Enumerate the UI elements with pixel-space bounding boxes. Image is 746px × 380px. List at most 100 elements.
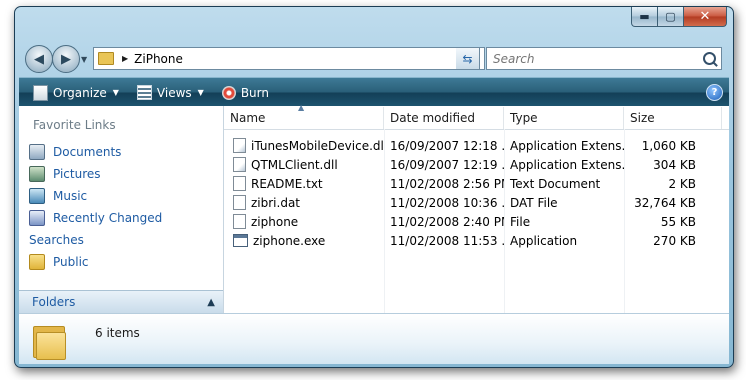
explorer-window: ▬ ▢ ✕ ◀ ▶ ▼ ▶ ZiPhone ▼ ⇆ Organize ▼ Vie… [14, 6, 734, 368]
favorite-links-list: Documents Pictures Music Recently Change… [29, 141, 516, 273]
file-row[interactable]: iTunesMobileDevice.dll 16/09/2007 12:18 … [224, 136, 729, 155]
close-button[interactable]: ✕ [684, 7, 727, 27]
sort-ascending-icon: ▲ [298, 103, 305, 112]
back-arrow-icon: ◀ [34, 51, 44, 67]
column-header-label: Name [230, 111, 266, 125]
column-header-size[interactable]: Size [624, 107, 722, 129]
file-type: Application Extens... [510, 138, 624, 153]
file-list-pane: ▲ Name Date modified Type Size iTunesMob… [224, 103, 729, 313]
column-header-type[interactable]: Type [504, 107, 624, 129]
public-folder-icon [29, 254, 45, 270]
text-file-icon [233, 176, 246, 191]
file-row[interactable]: zibri.dat 11/02/2008 10:36 ... DAT File … [224, 193, 729, 212]
favorite-link-public[interactable]: Public [29, 251, 162, 273]
organize-icon [33, 84, 48, 101]
file-name-cell: ziphone.exe [224, 234, 384, 248]
favorite-link-searches[interactable]: Searches [29, 181, 516, 251]
file-date: 11/02/2008 11:53 ... [390, 233, 504, 248]
file-size: 55 KB [660, 214, 696, 229]
file-name-cell: iTunesMobileDevice.dll [224, 138, 384, 153]
favorite-link-label: Recently Changed [53, 211, 163, 225]
burn-label: Burn [240, 85, 269, 100]
breadcrumb-arrow-icon[interactable]: ▶ [122, 54, 128, 63]
file-name-cell: QTMLClient.dll [224, 157, 384, 172]
favorite-link-documents[interactable]: Documents [29, 141, 162, 163]
folder-icon [33, 322, 66, 360]
exe-icon [233, 234, 248, 247]
music-icon [29, 188, 45, 204]
file-row[interactable]: QTMLClient.dll 16/09/2007 12:19 ... Appl… [224, 155, 729, 174]
file-row[interactable]: ziphone.exe 11/02/2008 11:53 ... Applica… [224, 231, 729, 250]
file-size: 1,060 KB [641, 138, 696, 153]
recent-pages-dropdown[interactable]: ▼ [81, 55, 87, 64]
file-name-cell: ziphone [224, 214, 384, 229]
burn-button[interactable]: Burn [218, 81, 273, 105]
favorite-link-label: Pictures [53, 167, 101, 181]
breadcrumb-ziphone[interactable]: ZiPhone [134, 52, 183, 66]
views-label: Views [156, 85, 192, 100]
address-bar[interactable]: ▶ ZiPhone ▼ [93, 47, 485, 70]
file-type: Application [510, 233, 578, 248]
column-header-label: Type [510, 111, 538, 125]
file-icon [233, 195, 246, 210]
details-pane: 6 items [19, 313, 729, 364]
documents-icon [29, 144, 45, 160]
search-input[interactable] [491, 50, 695, 67]
views-icon [136, 85, 152, 100]
favorite-link-pictures[interactable]: Pictures [29, 163, 162, 185]
back-button[interactable]: ◀ [25, 45, 53, 73]
folders-label: Folders [32, 295, 76, 309]
refresh-icon: ⇆ [462, 51, 473, 66]
file-name-cell: zibri.dat [224, 195, 384, 210]
search-box[interactable] [486, 47, 722, 70]
file-type: DAT File [510, 195, 558, 210]
file-type: Text Document [510, 176, 601, 191]
views-button[interactable]: Views ▼ [133, 81, 208, 105]
chevron-down-icon: ▼ [197, 88, 204, 97]
help-icon[interactable]: ? [706, 84, 723, 101]
file-size: 32,764 KB [634, 195, 696, 210]
file-name: zibri.dat [251, 195, 301, 210]
favorite-link-recently-changed[interactable]: Recently Changed [29, 207, 162, 229]
command-bar: Organize ▼ Views ▼ Burn ? [19, 77, 729, 107]
file-name-cell: README.txt [224, 176, 384, 191]
pictures-icon [29, 166, 45, 182]
file-date: 11/02/2008 2:40 PM [390, 214, 504, 229]
folder-icon [98, 52, 114, 65]
chevron-up-icon: ▲ [207, 296, 215, 308]
burn-disc-icon [221, 85, 236, 100]
forward-button[interactable]: ▶ [52, 45, 80, 73]
favorite-link-music[interactable]: Music [29, 185, 162, 207]
column-header-name[interactable]: ▲ Name [224, 103, 384, 129]
search-icon[interactable] [703, 52, 716, 65]
dll-icon [233, 157, 246, 172]
file-date: 16/09/2007 12:19 ... [390, 157, 504, 172]
file-row[interactable]: README.txt 11/02/2008 2:56 PM Text Docum… [224, 174, 729, 193]
file-date: 16/09/2007 12:18 ... [390, 138, 504, 153]
column-header-label: Size [630, 111, 655, 125]
organize-button[interactable]: Organize ▼ [29, 81, 123, 105]
file-date: 11/02/2008 2:56 PM [390, 176, 504, 191]
favorite-links-title: Favorite Links [33, 118, 116, 132]
file-name: ziphone [251, 214, 299, 229]
file-size: 270 KB [653, 233, 696, 248]
column-header-date-modified[interactable]: Date modified [384, 107, 504, 129]
file-size: 304 KB [653, 157, 696, 172]
refresh-button[interactable]: ⇆ [456, 47, 480, 70]
chevron-down-icon: ▼ [112, 88, 119, 97]
favorite-link-label: Public [53, 255, 89, 269]
minimize-button[interactable]: ▬ [631, 7, 658, 27]
favorite-link-label: Music [53, 189, 88, 203]
favorite-link-label: Searches [29, 233, 84, 247]
column-header-row: ▲ Name Date modified Type Size [224, 103, 729, 130]
file-name: README.txt [251, 176, 323, 191]
file-size: 2 KB [668, 176, 696, 191]
favorite-link-label: Documents [53, 145, 122, 159]
item-count: 6 items [95, 326, 140, 340]
file-type: Application Extens... [510, 157, 624, 172]
file-name: iTunesMobileDevice.dll [251, 138, 384, 153]
folders-toggle[interactable]: Folders ▲ [19, 290, 223, 313]
file-rows: iTunesMobileDevice.dll 16/09/2007 12:18 … [224, 136, 729, 250]
file-row[interactable]: ziphone 11/02/2008 2:40 PM File 55 KB [224, 212, 729, 231]
maximize-button[interactable]: ▢ [658, 7, 684, 27]
